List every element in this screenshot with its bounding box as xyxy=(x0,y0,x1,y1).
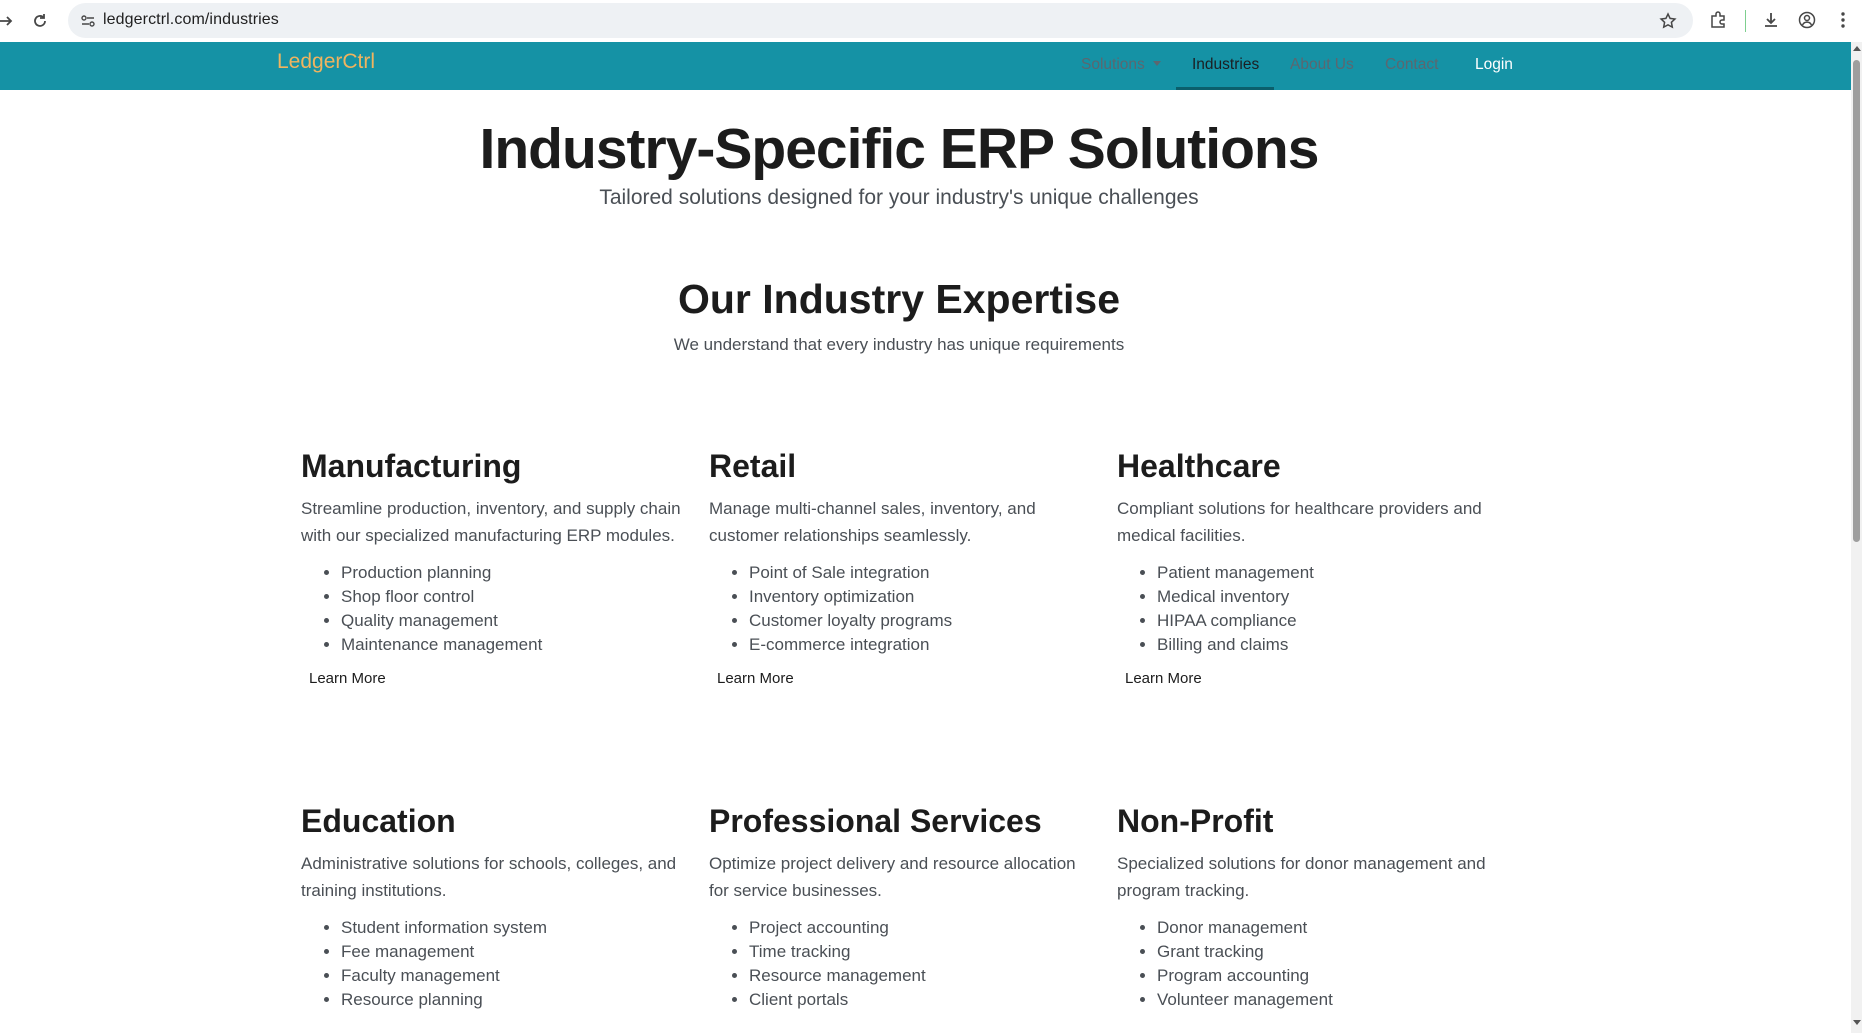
industry-title: Retail xyxy=(709,448,797,484)
industry-title: Healthcare xyxy=(1117,448,1281,484)
reload-icon[interactable] xyxy=(28,9,52,33)
feature-item: Time tracking xyxy=(749,940,1089,964)
browser-toolbar: ledgerctrl.com/industries xyxy=(0,0,1862,42)
page-scrollbar[interactable] xyxy=(1851,42,1862,1033)
industry-description: Streamline production, inventory, and su… xyxy=(301,499,681,545)
nav-about-us[interactable]: About Us xyxy=(1290,56,1354,74)
nav-solutions-dropdown[interactable]: Solutions xyxy=(1081,56,1161,74)
feature-item: Volunteer management xyxy=(1157,988,1497,1012)
industry-card-retail: Retail Manage multi-channel sales, inven… xyxy=(709,448,1089,687)
industry-description: Manage multi-channel sales, inventory, a… xyxy=(709,499,1036,545)
extensions-icon[interactable] xyxy=(1705,7,1731,33)
feature-item: Customer loyalty programs xyxy=(749,609,1089,633)
site-navbar: LedgerCtrl Solutions Industries About Us… xyxy=(0,42,1851,90)
section-title: Our Industry Expertise xyxy=(677,276,1120,322)
industry-title: Non-Profit xyxy=(1117,803,1274,839)
feature-item: E-commerce integration xyxy=(749,633,1089,657)
page-title: Industry-Specific ERP Solutions xyxy=(479,117,1320,181)
industry-title: Professional Services xyxy=(709,803,1042,839)
active-nav-indicator xyxy=(1176,87,1274,90)
industry-description: Optimize project delivery and resource a… xyxy=(709,854,1076,900)
caret-down-icon xyxy=(1152,61,1161,66)
industry-description: Administrative solutions for schools, co… xyxy=(301,854,677,900)
feature-item: Project accounting xyxy=(749,916,1089,940)
feature-item: Faculty management xyxy=(341,964,681,988)
nav-industries[interactable]: Industries xyxy=(1192,56,1259,74)
industry-title: Manufacturing xyxy=(301,448,522,484)
feature-list: Project accounting Time tracking Resourc… xyxy=(709,916,1089,1012)
back-arrow-icon[interactable] xyxy=(0,9,18,33)
feature-item: Shop floor control xyxy=(341,585,681,609)
feature-item: Donor management xyxy=(1157,916,1497,940)
nav-login[interactable]: Login xyxy=(1475,56,1513,74)
feature-list: Production planning Shop floor control Q… xyxy=(301,561,681,657)
feature-item: Resource planning xyxy=(341,988,681,1012)
url-text[interactable]: ledgerctrl.com/industries xyxy=(103,11,279,29)
section-subtitle: We understand that every industry has un… xyxy=(673,335,1125,354)
feature-list: Student information system Fee managemen… xyxy=(301,916,681,1012)
feature-item: Grant tracking xyxy=(1157,940,1497,964)
industry-description: Compliant solutions for healthcare provi… xyxy=(1117,499,1482,545)
toolbar-separator xyxy=(1745,10,1746,32)
scroll-thumb[interactable] xyxy=(1853,60,1860,542)
more-menu-icon[interactable] xyxy=(1830,7,1856,33)
feature-item: Billing and claims xyxy=(1157,633,1497,657)
industry-card-education: Education Administrative solutions for s… xyxy=(301,803,681,1012)
industry-card-professional-services: Professional Services Optimize project d… xyxy=(709,803,1089,1012)
scroll-up-arrow-icon[interactable] xyxy=(1853,46,1861,51)
page-subtitle: Tailored solutions designed for your ind… xyxy=(599,186,1199,209)
feature-list: Point of Sale integration Inventory opti… xyxy=(709,561,1089,657)
bookmark-star-icon[interactable] xyxy=(1657,10,1679,32)
feature-item: Quality management xyxy=(341,609,681,633)
brand-logo[interactable]: LedgerCtrl xyxy=(277,50,375,74)
feature-item: Patient management xyxy=(1157,561,1497,585)
industry-card-manufacturing: Manufacturing Streamline production, inv… xyxy=(301,448,681,687)
industry-description: Specialized solutions for donor manageme… xyxy=(1117,854,1486,900)
download-icon[interactable] xyxy=(1758,7,1784,33)
feature-item: Client portals xyxy=(749,988,1089,1012)
learn-more-button[interactable]: Learn More xyxy=(717,670,794,687)
feature-item: Resource management xyxy=(749,964,1089,988)
feature-item: HIPAA compliance xyxy=(1157,609,1497,633)
scroll-down-arrow-icon[interactable] xyxy=(1853,1020,1861,1025)
feature-item: Production planning xyxy=(341,561,681,585)
learn-more-button[interactable]: Learn More xyxy=(309,670,386,687)
industry-title: Education xyxy=(301,803,456,839)
feature-list: Donor management Grant tracking Program … xyxy=(1117,916,1497,1012)
nav-contact[interactable]: Contact xyxy=(1385,56,1438,74)
industry-card-healthcare: Healthcare Compliant solutions for healt… xyxy=(1117,448,1497,687)
feature-item: Program accounting xyxy=(1157,964,1497,988)
feature-item: Student information system xyxy=(341,916,681,940)
learn-more-button[interactable]: Learn More xyxy=(1125,670,1202,687)
site-info-icon[interactable] xyxy=(78,11,98,31)
feature-item: Medical inventory xyxy=(1157,585,1497,609)
feature-item: Maintenance management xyxy=(341,633,681,657)
address-bar[interactable]: ledgerctrl.com/industries xyxy=(68,3,1693,38)
feature-item: Fee management xyxy=(341,940,681,964)
feature-item: Inventory optimization xyxy=(749,585,1089,609)
industry-card-non-profit: Non-Profit Specialized solutions for don… xyxy=(1117,803,1497,1012)
profile-icon[interactable] xyxy=(1794,7,1820,33)
nav-solutions-label: Solutions xyxy=(1081,56,1145,73)
feature-item: Point of Sale integration xyxy=(749,561,1089,585)
feature-list: Patient management Medical inventory HIP… xyxy=(1117,561,1497,657)
